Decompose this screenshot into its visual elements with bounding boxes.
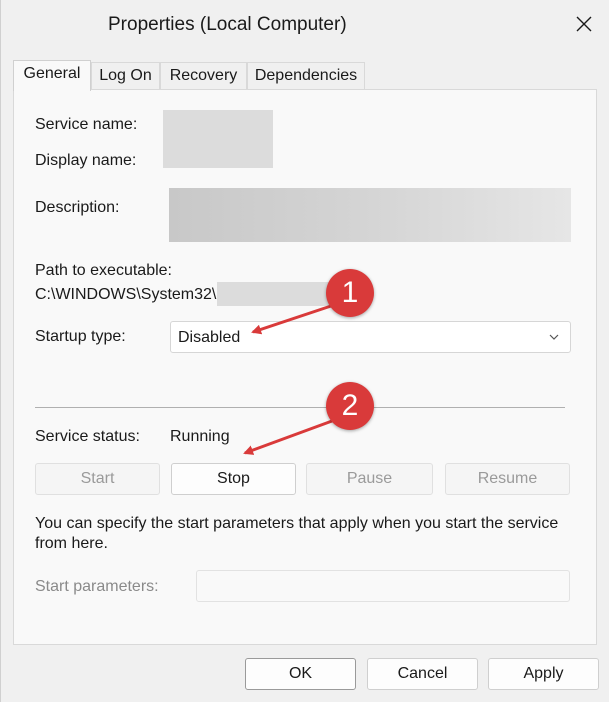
close-icon — [576, 16, 592, 32]
tab-log-on[interactable]: Log On — [91, 62, 160, 89]
general-tab-panel: Service name: Display name: Description:… — [13, 89, 597, 645]
service-status-value: Running — [170, 428, 230, 445]
startup-type-select[interactable]: Disabled — [170, 321, 571, 353]
redacted-names — [163, 110, 273, 168]
window-title: Properties (Local Computer) — [108, 14, 347, 35]
start-button[interactable]: Start — [35, 463, 160, 495]
start-params-input[interactable] — [196, 570, 570, 602]
apply-button[interactable]: Apply — [488, 658, 599, 690]
tab-recovery[interactable]: Recovery — [160, 62, 247, 89]
pause-button[interactable]: Pause — [306, 463, 433, 495]
properties-dialog: Properties (Local Computer) General Log … — [0, 0, 609, 702]
description-label: Description: — [35, 199, 120, 216]
redacted-description — [169, 188, 571, 242]
close-button[interactable] — [570, 10, 598, 38]
callout-badge-2: 2 — [326, 382, 374, 430]
startup-type-label: Startup type: — [35, 328, 126, 345]
cancel-button[interactable]: Cancel — [367, 658, 478, 690]
callout-badge-1: 1 — [326, 269, 374, 317]
service-status-label: Service status: — [35, 428, 140, 445]
path-label: Path to executable: — [35, 262, 172, 279]
display-name-label: Display name: — [35, 152, 137, 169]
start-params-hint: You can specify the start parameters tha… — [35, 515, 559, 552]
tab-dependencies[interactable]: Dependencies — [247, 62, 365, 89]
title-bar: Properties (Local Computer) — [1, 0, 609, 50]
resume-button[interactable]: Resume — [445, 463, 570, 495]
startup-type-value: Disabled — [178, 329, 241, 346]
tab-general[interactable]: General — [13, 60, 91, 91]
redacted-path — [217, 282, 335, 306]
path-value: C:\WINDOWS\System32\ — [35, 286, 217, 303]
section-divider — [35, 407, 565, 408]
service-name-label: Service name: — [35, 116, 138, 133]
ok-button[interactable]: OK — [245, 658, 356, 690]
chevron-down-icon — [549, 334, 559, 340]
start-params-label: Start parameters: — [35, 578, 159, 595]
stop-button[interactable]: Stop — [171, 463, 296, 495]
